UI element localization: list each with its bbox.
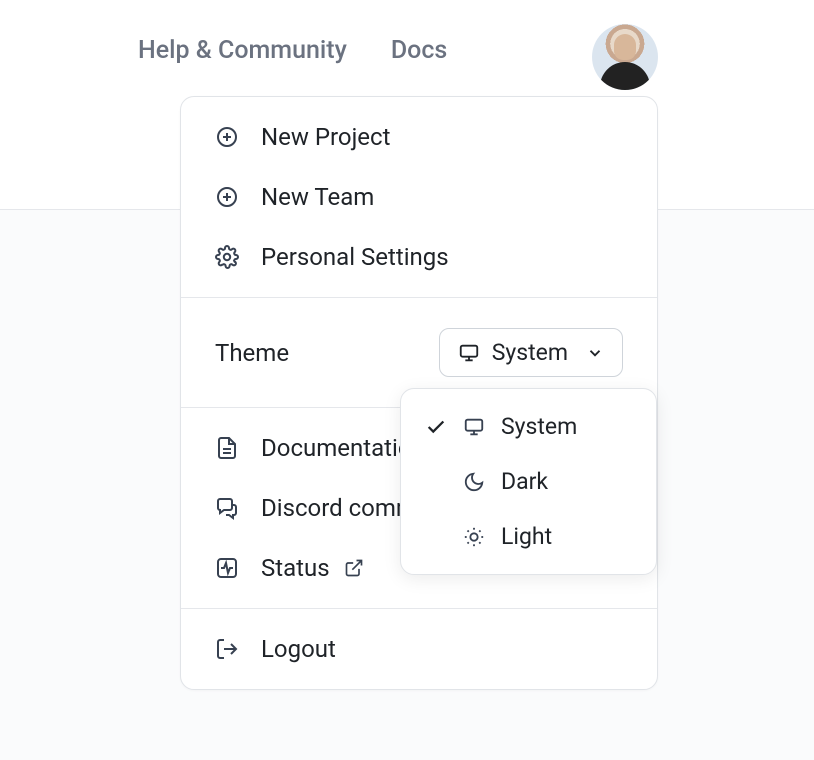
check-icon: [425, 416, 447, 438]
theme-option-light[interactable]: Light: [401, 509, 656, 564]
menu-personal-settings[interactable]: Personal Settings: [181, 227, 657, 287]
moon-icon: [463, 471, 485, 493]
gear-icon: [215, 245, 239, 269]
menu-label: Status: [261, 554, 330, 582]
theme-select[interactable]: System: [439, 328, 623, 377]
theme-option-system[interactable]: System: [401, 399, 656, 454]
avatar[interactable]: [592, 24, 658, 90]
sun-icon: [463, 526, 485, 548]
nav-links: Help & Community Docs: [138, 36, 447, 65]
monitor-icon: [458, 342, 480, 364]
dropdown-section-logout: Logout: [181, 608, 657, 689]
monitor-icon: [463, 416, 485, 438]
menu-label: Logout: [261, 635, 336, 663]
menu-new-project[interactable]: New Project: [181, 107, 657, 167]
dropdown-section-create: New Project New Team Personal Settings: [181, 97, 657, 297]
chevron-down-icon: [586, 344, 604, 362]
logout-icon: [215, 637, 239, 661]
check-slot-empty: [425, 471, 447, 493]
theme-label: Theme: [215, 339, 289, 367]
external-link-icon: [344, 558, 364, 578]
theme-option-label: System: [501, 413, 577, 440]
menu-new-team[interactable]: New Team: [181, 167, 657, 227]
theme-row: Theme System: [181, 308, 657, 397]
theme-option-label: Dark: [501, 468, 548, 495]
nav-help-community[interactable]: Help & Community: [138, 36, 347, 65]
nav-docs[interactable]: Docs: [391, 36, 447, 65]
menu-label: New Team: [261, 183, 374, 211]
file-text-icon: [215, 436, 239, 460]
theme-popover: System Dark Light: [400, 388, 657, 575]
plus-circle-icon: [215, 125, 239, 149]
menu-label: New Project: [261, 123, 390, 151]
plus-circle-icon: [215, 185, 239, 209]
theme-selected-value: System: [492, 339, 568, 366]
theme-option-label: Light: [501, 523, 552, 550]
chat-icon: [215, 496, 239, 520]
theme-option-dark[interactable]: Dark: [401, 454, 656, 509]
check-slot-empty: [425, 526, 447, 548]
activity-icon: [215, 556, 239, 580]
menu-label: Personal Settings: [261, 243, 449, 271]
menu-logout[interactable]: Logout: [181, 619, 657, 679]
